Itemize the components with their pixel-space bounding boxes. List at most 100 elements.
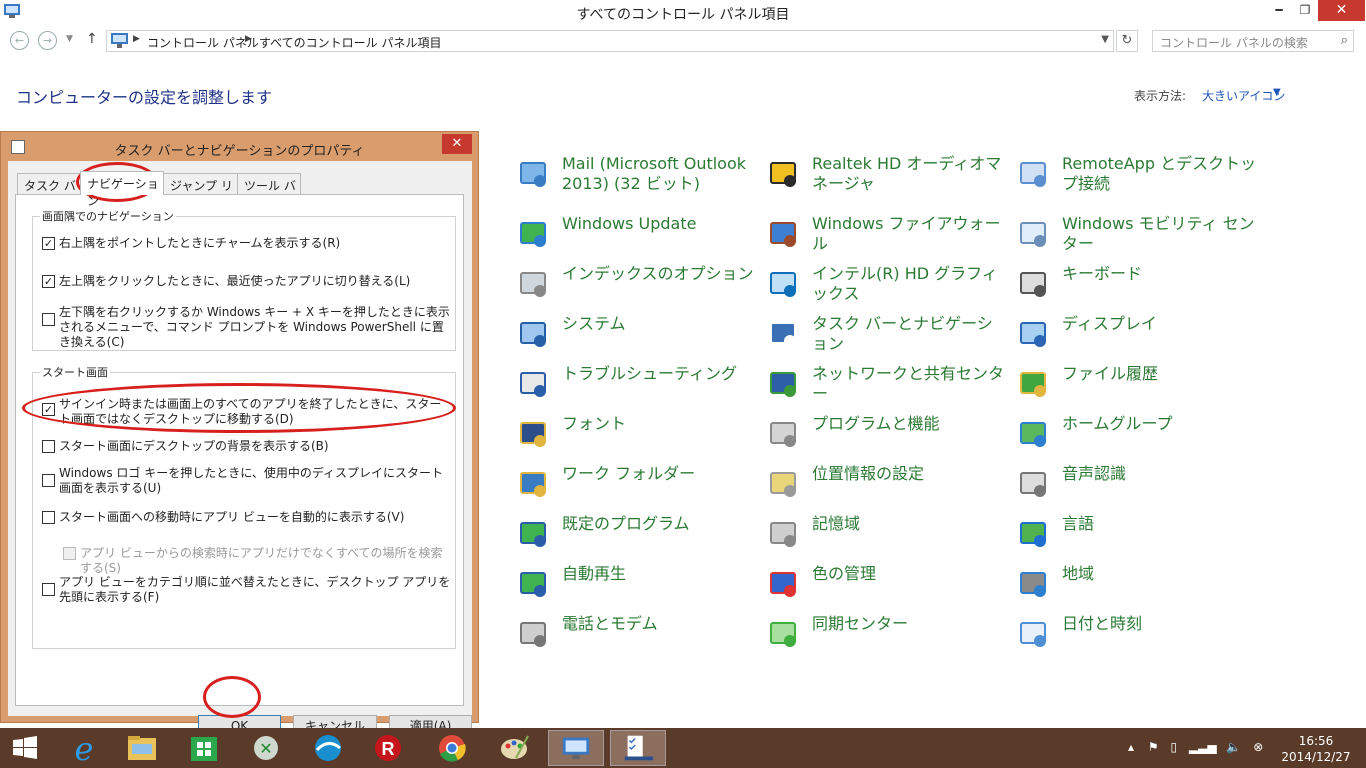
cp-item-intel-graphics[interactable]: インテル(R) HD グラフィックス: [768, 264, 1008, 304]
network-signal-icon[interactable]: ▂▃▅: [1189, 740, 1217, 754]
tab-toolbars[interactable]: ツール バー: [237, 173, 301, 210]
volume-icon[interactable]: 🔈: [1226, 740, 1241, 754]
cp-item-label[interactable]: トラブルシューティング: [562, 364, 757, 384]
cp-item-homegroup[interactable]: ホームグループ: [1018, 414, 1258, 454]
cp-item-taskbar[interactable]: タスク バーとナビゲーション: [768, 314, 1008, 354]
cp-item-sync-center[interactable]: 同期センター: [768, 614, 1008, 654]
cp-item-label[interactable]: インテル(R) HD グラフィックス: [812, 264, 1007, 304]
cp-item-microphone[interactable]: 音声認識: [1018, 464, 1258, 504]
checkbox[interactable]: [42, 313, 55, 326]
cp-item-label[interactable]: RemoteApp とデスクトップ接続: [1062, 154, 1262, 194]
breadcrumb-separator-icon[interactable]: ▶: [133, 34, 140, 44]
cp-item-work-folders[interactable]: ワーク フォルダー: [518, 464, 758, 504]
file-explorer-icon[interactable]: [114, 730, 170, 766]
cp-item-label[interactable]: ワーク フォルダー: [562, 464, 757, 484]
cp-item-label[interactable]: Windows Update: [562, 214, 757, 234]
clock-date[interactable]: 2014/12/27: [1280, 750, 1352, 764]
cp-item-autoplay[interactable]: 自動再生: [518, 564, 758, 604]
cp-item-color-management[interactable]: 色の管理: [768, 564, 1008, 604]
xbox-game-icon[interactable]: ✕: [238, 730, 294, 766]
cp-item-audio-manager[interactable]: Realtek HD オーディオマネージャ: [768, 154, 1008, 194]
breadcrumb-item[interactable]: コントロール パネル: [147, 34, 259, 51]
cp-item-label[interactable]: プログラムと機能: [812, 414, 1007, 434]
power-icon[interactable]: ▯: [1170, 740, 1177, 754]
chevron-down-icon[interactable]: ▼: [1101, 34, 1109, 45]
cp-item-system[interactable]: システム: [518, 314, 758, 354]
cp-item-label[interactable]: ホームグループ: [1062, 414, 1262, 434]
cp-item-phone-modem[interactable]: 電話とモデム: [518, 614, 758, 654]
rakuten-icon[interactable]: R: [360, 730, 416, 766]
cp-item-label[interactable]: インデックスのオプション: [562, 264, 757, 284]
store-icon[interactable]: [176, 730, 232, 766]
chrome-icon[interactable]: [424, 730, 480, 766]
checkbox[interactable]: ✓: [42, 237, 55, 250]
chevron-up-icon[interactable]: ▴: [1128, 740, 1134, 754]
cp-item-label[interactable]: フォント: [562, 414, 757, 434]
close-circle-icon[interactable]: ⊗: [1253, 740, 1263, 754]
cp-item-display[interactable]: ディスプレイ: [1018, 314, 1258, 354]
cp-item-label[interactable]: Windows ファイアウォール: [812, 214, 1007, 254]
cp-item-label[interactable]: 記憶域: [812, 514, 1007, 534]
cp-item-label[interactable]: Windows モビリティ センター: [1062, 214, 1262, 254]
cp-item-label[interactable]: タスク バーとナビゲーション: [812, 314, 1007, 354]
cp-item-programs[interactable]: プログラムと機能: [768, 414, 1008, 454]
cp-item-label[interactable]: 位置情報の設定: [812, 464, 1007, 484]
back-button[interactable]: ←: [10, 31, 29, 50]
checkbox[interactable]: [42, 511, 55, 524]
taskbar-properties-taskbar-icon[interactable]: [610, 730, 666, 766]
cp-item-windows-update[interactable]: Windows Update: [518, 214, 758, 254]
cp-item-label[interactable]: 日付と時刻: [1062, 614, 1262, 634]
cp-item-language[interactable]: 言語: [1018, 514, 1258, 554]
cp-item-label[interactable]: ネットワークと共有センター: [812, 364, 1007, 404]
cp-item-label[interactable]: 音声認識: [1062, 464, 1262, 484]
internet-explorer-icon[interactable]: e: [56, 730, 112, 766]
paint-icon[interactable]: [486, 730, 542, 766]
refresh-button[interactable]: ↻: [1116, 30, 1138, 52]
cp-item-default-programs[interactable]: 既定のプログラム: [518, 514, 758, 554]
chevron-down-icon[interactable]: ▼: [1273, 87, 1281, 98]
chevron-down-icon[interactable]: ▼: [66, 34, 73, 44]
tab-taskbar[interactable]: タスク バー: [17, 173, 81, 210]
cp-item-firewall[interactable]: Windows ファイアウォール: [768, 214, 1008, 254]
checkbox[interactable]: [42, 440, 55, 453]
cp-item-keyboard[interactable]: キーボード: [1018, 264, 1258, 304]
cp-item-label[interactable]: 電話とモデム: [562, 614, 757, 634]
cp-item-fonts[interactable]: フォント: [518, 414, 758, 454]
maximize-button[interactable]: ❐: [1290, 0, 1320, 21]
cp-item-indexing[interactable]: インデックスのオプション: [518, 264, 758, 304]
breadcrumb-separator-icon[interactable]: ▶: [245, 34, 252, 44]
tab-navigation[interactable]: ナビゲーション: [80, 171, 164, 208]
cp-item-region[interactable]: 地域: [1018, 564, 1258, 604]
checkbox[interactable]: [42, 583, 55, 596]
cp-item-date-time[interactable]: 日付と時刻: [1018, 614, 1258, 654]
cp-item-troubleshooting[interactable]: トラブルシューティング: [518, 364, 758, 404]
checkbox[interactable]: [42, 474, 55, 487]
clock-time[interactable]: 16:56: [1296, 734, 1336, 748]
cp-item-label[interactable]: 色の管理: [812, 564, 1007, 584]
search-input[interactable]: コントロール パネルの検索 ⌕: [1152, 30, 1354, 52]
dialog-close-button[interactable]: ✕: [442, 134, 472, 154]
cp-item-label[interactable]: 同期センター: [812, 614, 1007, 634]
cp-item-label[interactable]: 自動再生: [562, 564, 757, 584]
windows-logo-icon[interactable]: [0, 730, 50, 766]
cp-item-network[interactable]: ネットワークと共有センター: [768, 364, 1008, 404]
cp-item-remoteapp[interactable]: RemoteApp とデスクトップ接続: [1018, 154, 1258, 194]
cp-item-label[interactable]: キーボード: [1062, 264, 1262, 284]
address-bar[interactable]: ▶ コントロール パネル ▶ すべてのコントロール パネル項目 ▼: [106, 30, 1114, 52]
breadcrumb-item[interactable]: すべてのコントロール パネル項目: [259, 34, 442, 51]
cp-item-label[interactable]: Realtek HD オーディオマネージャ: [812, 154, 1007, 194]
checkbox[interactable]: ✓: [42, 275, 55, 288]
cp-item-label[interactable]: 地域: [1062, 564, 1262, 584]
action-center-flag-icon[interactable]: ⚑: [1148, 740, 1159, 754]
up-arrow-icon[interactable]: ↑: [86, 31, 98, 47]
tab-jump-list[interactable]: ジャンプ リスト: [163, 173, 238, 210]
cp-item-location[interactable]: 位置情報の設定: [768, 464, 1008, 504]
cp-item-storage[interactable]: 記憶域: [768, 514, 1008, 554]
cp-item-label[interactable]: ディスプレイ: [1062, 314, 1262, 334]
forward-button[interactable]: →: [38, 31, 57, 50]
cp-item-file-history[interactable]: ファイル履歴: [1018, 364, 1258, 404]
media-app-icon[interactable]: [300, 730, 356, 766]
cp-item-label[interactable]: ファイル履歴: [1062, 364, 1262, 384]
cp-item-label[interactable]: 言語: [1062, 514, 1262, 534]
close-button[interactable]: ✕: [1318, 0, 1365, 21]
